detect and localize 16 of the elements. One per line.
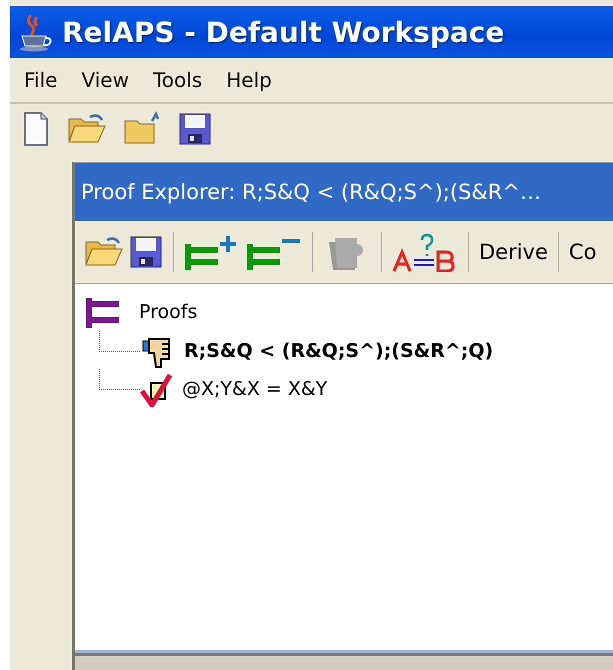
tree-item[interactable]: R;S&Q < (R&Q;S^);(S&R^;Q) [184,340,494,362]
tree-item[interactable]: @X;Y&X = X&Y [182,378,328,400]
checked-box-icon [140,371,174,407]
new-document-icon[interactable] [22,110,50,147]
window-title: RelAPS - Default Workspace [62,16,504,49]
save-icon[interactable] [129,235,163,269]
derive-button[interactable]: Derive [479,240,548,264]
tree-item[interactable]: Proofs [139,301,198,323]
menu-item[interactable]: Help [214,68,284,92]
panel-title: Proof Explorer: R;S&Q < (R&Q;S^);(S&R^… [81,180,541,204]
menu-item[interactable]: View [69,68,141,92]
menu-item[interactable]: Tools [140,68,214,92]
toolbar-button[interactable]: Co [568,240,596,264]
menu-item[interactable]: File [12,68,70,92]
save-icon[interactable] [178,112,212,146]
turnstile-icon [85,296,121,328]
